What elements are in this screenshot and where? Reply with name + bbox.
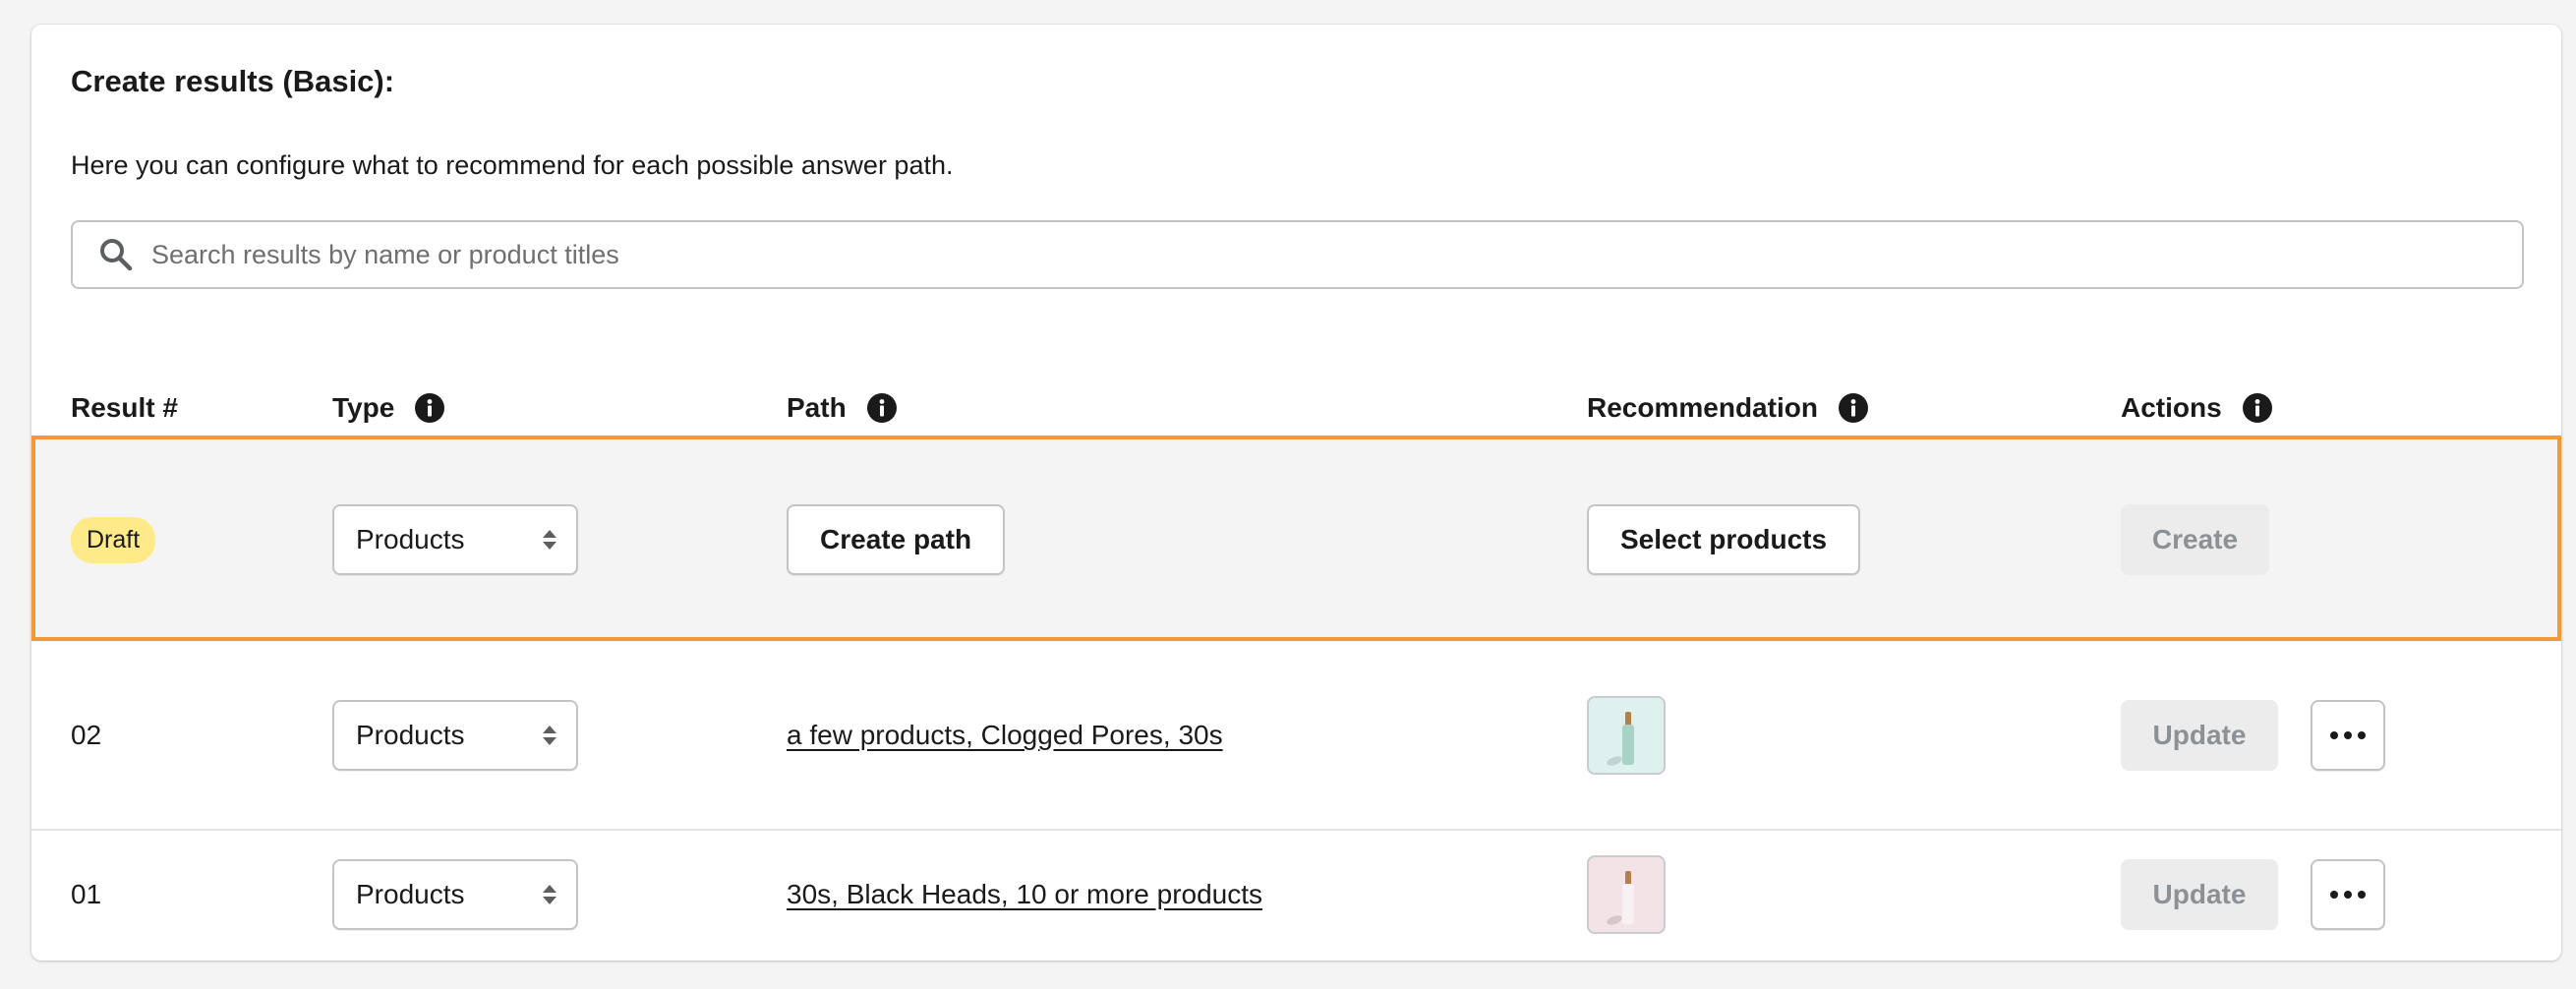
create-results-card: Create results (Basic): Here you can con… <box>31 25 2561 960</box>
actions-cell: Update <box>2121 642 2385 829</box>
select-arrows-icon <box>543 726 556 745</box>
header-path: Path <box>787 378 898 437</box>
more-actions-button[interactable] <box>2311 859 2385 930</box>
header-path-label: Path <box>787 392 847 423</box>
draft-recommendation-cell: Select products <box>1587 437 1861 642</box>
type-select[interactable]: Products <box>332 859 578 930</box>
header-result: Result # <box>71 378 178 437</box>
card-description: Here you can configure what to recommend… <box>71 150 954 180</box>
draft-badge-cell: Draft <box>71 437 156 642</box>
table-row: 01 Products 30s, Black Heads, 10 or more… <box>31 829 2561 960</box>
type-select[interactable]: Products <box>332 504 578 575</box>
select-arrows-icon <box>543 530 556 550</box>
type-select-value: Products <box>356 879 465 909</box>
table-row: 02 Products a few products, Clogged Pore… <box>31 642 2561 831</box>
result-number-cell: 01 <box>71 829 101 960</box>
create-path-button[interactable]: Create path <box>787 504 1006 575</box>
bottle-image <box>1606 871 1634 927</box>
header-type: Type <box>332 378 445 437</box>
table-header: Result # Type Path Recommendation Action… <box>31 378 2561 437</box>
info-icon[interactable] <box>2242 392 2273 424</box>
update-button[interactable]: Update <box>2121 859 2278 930</box>
type-cell: Products <box>332 642 578 829</box>
info-icon[interactable] <box>1838 392 1869 424</box>
search-icon <box>100 239 133 271</box>
header-actions-label: Actions <box>2121 392 2222 423</box>
type-cell: Products <box>332 829 578 960</box>
header-type-label: Type <box>332 392 395 423</box>
card-title: Create results (Basic): <box>71 64 395 98</box>
product-thumbnail[interactable] <box>1587 855 1666 934</box>
path-cell: a few products, Clogged Pores, 30s <box>787 642 1223 829</box>
update-button[interactable]: Update <box>2121 700 2278 771</box>
search-input[interactable] <box>149 224 2522 285</box>
result-number: 01 <box>71 879 102 909</box>
recommendation-cell <box>1587 829 1666 960</box>
select-arrows-icon <box>543 885 556 904</box>
result-number-cell: 02 <box>71 642 101 829</box>
recommendation-cell <box>1587 642 1666 829</box>
more-actions-button[interactable] <box>2311 700 2385 771</box>
draft-type-cell: Products <box>332 437 578 642</box>
header-recommendation-label: Recommendation <box>1587 392 1818 423</box>
info-icon[interactable] <box>866 392 898 424</box>
select-products-button[interactable]: Select products <box>1587 504 1861 575</box>
bottle-image <box>1606 712 1634 768</box>
draft-badge: Draft <box>71 516 156 563</box>
header-result-label: Result # <box>71 392 178 423</box>
draft-path-cell: Create path <box>787 437 1006 642</box>
more-horizontal-icon <box>2330 731 2366 739</box>
result-number: 02 <box>71 720 102 750</box>
header-actions: Actions <box>2121 378 2273 437</box>
type-select-value: Products <box>356 524 465 554</box>
more-horizontal-icon <box>2330 891 2366 899</box>
type-select[interactable]: Products <box>332 700 578 771</box>
draft-actions-cell: Create <box>2121 437 2269 642</box>
header-recommendation: Recommendation <box>1587 378 1869 437</box>
type-select-value: Products <box>356 720 465 750</box>
draft-row: Draft Products Create path Select produc… <box>31 437 2561 642</box>
path-cell: 30s, Black Heads, 10 or more products <box>787 829 1262 960</box>
path-link[interactable]: a few products, Clogged Pores, 30s <box>787 720 1223 751</box>
info-icon[interactable] <box>414 392 445 424</box>
search-bar[interactable] <box>71 220 2524 289</box>
actions-cell: Update <box>2121 829 2385 960</box>
path-link[interactable]: 30s, Black Heads, 10 or more products <box>787 879 1262 910</box>
create-button[interactable]: Create <box>2121 504 2269 575</box>
product-thumbnail[interactable] <box>1587 696 1666 775</box>
